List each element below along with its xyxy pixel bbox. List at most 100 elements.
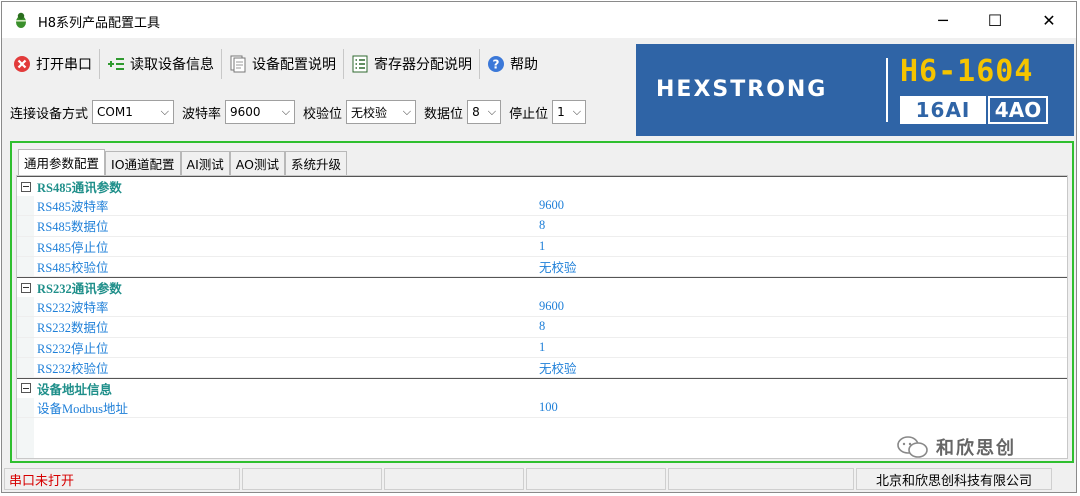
close-button[interactable]: ✕ xyxy=(1026,2,1072,38)
read-device-button[interactable]: 读取设备信息 xyxy=(100,46,221,82)
property-name: RS485校验位 xyxy=(37,260,109,275)
property-row[interactable]: RS485波特率 9600 xyxy=(17,196,1067,217)
status-bar: 串口未打开 北京和欣思创科技有限公司 xyxy=(2,466,1076,492)
property-value[interactable]: 无校验 xyxy=(539,358,577,377)
status-cell-empty xyxy=(384,468,524,490)
collapse-icon[interactable] xyxy=(21,181,31,192)
chevron-down-icon: ⌵ xyxy=(402,105,412,118)
property-name: RS232停止位 xyxy=(37,341,109,356)
baud-rate-value: 9600 xyxy=(230,105,261,119)
property-value[interactable]: 1 xyxy=(539,340,545,355)
stop-bits-select[interactable]: 1 ⌵ xyxy=(552,100,587,124)
property-name: RS485停止位 xyxy=(37,240,109,255)
brand-logo: HEXSTRONG xyxy=(656,77,828,102)
connection-settings: 连接设备方式 COM1 ⌵ 波特率 9600 ⌵ 校验位 无校验 ⌵ 数据位 8… xyxy=(10,99,594,125)
app-icon xyxy=(16,12,26,28)
chevron-down-icon: ⌵ xyxy=(572,105,582,118)
device-config-doc-label: 设备配置说明 xyxy=(252,57,336,73)
collapse-icon[interactable] xyxy=(21,383,31,394)
property-name: RS485波特率 xyxy=(37,200,109,215)
chevron-down-icon: ⌵ xyxy=(487,105,497,118)
property-name: 设备Modbus地址 xyxy=(37,402,128,417)
register-doc-label: 寄存器分配说明 xyxy=(374,57,472,73)
window-title: H8系列产品配置工具 xyxy=(38,16,161,31)
property-name: RS232校验位 xyxy=(37,361,109,376)
open-port-label: 打开串口 xyxy=(36,57,92,73)
data-bits-label: 数据位 xyxy=(424,106,464,122)
property-value[interactable]: 9600 xyxy=(539,299,564,314)
property-value[interactable]: 100 xyxy=(539,400,558,415)
parity-label: 校验位 xyxy=(303,106,343,122)
property-value[interactable]: 8 xyxy=(539,218,545,233)
property-value[interactable]: 9600 xyxy=(539,198,564,213)
watermark: 和欣思创 xyxy=(896,434,1016,460)
help-label: 帮助 xyxy=(510,57,538,73)
status-cell-empty xyxy=(526,468,666,490)
list-icon xyxy=(352,55,368,73)
property-name: RS485数据位 xyxy=(37,220,109,235)
spec-ai-count: 16AI xyxy=(900,96,986,124)
maximize-button[interactable]: ☐ xyxy=(972,2,1018,38)
property-value[interactable]: 1 xyxy=(539,239,545,254)
tab-general-params[interactable]: 通用参数配置 xyxy=(18,149,106,175)
parity-value: 无校验 xyxy=(351,105,388,120)
help-icon: ? xyxy=(488,56,504,72)
category-title: 设备地址信息 xyxy=(37,382,113,397)
open-port-button[interactable]: 打开串口 xyxy=(6,46,99,82)
data-bits-value: 8 xyxy=(472,105,480,119)
status-cell-empty xyxy=(242,468,382,490)
property-row[interactable]: 设备Modbus地址 100 xyxy=(17,398,1067,419)
title-bar: H8系列产品配置工具 ─ ☐ ✕ xyxy=(2,2,1076,38)
chevron-down-icon: ⌵ xyxy=(160,105,170,118)
help-button[interactable]: ? 帮助 xyxy=(480,46,545,82)
device-config-doc-button[interactable]: 设备配置说明 xyxy=(222,46,343,82)
tab-strip: 通用参数配置 IO通道配置 AI测试 AO测试 系统升级 xyxy=(18,149,347,175)
connection-method-label: 连接设备方式 xyxy=(10,106,89,122)
baud-rate-label: 波特率 xyxy=(182,106,222,122)
category-device-address[interactable]: 设备地址信息 xyxy=(17,377,1067,399)
property-name: RS232波特率 xyxy=(37,301,109,316)
minimize-button[interactable]: ─ xyxy=(920,2,966,38)
register-doc-button[interactable]: 寄存器分配说明 xyxy=(344,46,479,82)
property-row[interactable]: RS232波特率 9600 xyxy=(17,297,1067,318)
property-row[interactable]: RS232数据位 8 xyxy=(17,317,1067,338)
banner-divider xyxy=(886,58,888,122)
property-row[interactable]: RS485停止位 1 xyxy=(17,237,1067,257)
property-row[interactable]: RS232校验位 无校验 xyxy=(17,358,1067,378)
baud-rate-select[interactable]: 9600 ⌵ xyxy=(225,100,296,124)
category-title: RS232通讯参数 xyxy=(37,282,122,297)
product-spec: 16AI 4AO xyxy=(900,96,1048,124)
property-row[interactable]: RS485校验位 无校验 xyxy=(17,257,1067,277)
stop-circle-icon xyxy=(14,56,30,72)
tab-ao-test[interactable]: AO测试 xyxy=(229,151,285,175)
property-row[interactable]: RS485数据位 8 xyxy=(17,216,1067,237)
tab-frame: 通用参数配置 IO通道配置 AI测试 AO测试 系统升级 RS485通讯参数 R… xyxy=(10,141,1074,463)
product-model: H6-1604 xyxy=(900,54,1034,89)
parity-select[interactable]: 无校验 ⌵ xyxy=(346,100,417,124)
tab-io-channel[interactable]: IO通道配置 xyxy=(105,151,181,175)
watermark-text: 和欣思创 xyxy=(936,438,1016,459)
app-window: H8系列产品配置工具 ─ ☐ ✕ 打开串口 读取设备信息 设备配置说明 寄存器分… xyxy=(1,1,1077,493)
collapse-icon[interactable] xyxy=(21,282,31,293)
port-status: 串口未打开 xyxy=(4,468,240,490)
tab-system-upgrade[interactable]: 系统升级 xyxy=(284,151,347,175)
product-banner: HEXSTRONG H6-1604 16AI 4AO xyxy=(636,44,1074,136)
category-rs232[interactable]: RS232通讯参数 xyxy=(17,276,1067,298)
toolbar: 打开串口 读取设备信息 设备配置说明 寄存器分配说明 ? 帮助 xyxy=(6,44,631,84)
add-list-icon xyxy=(108,58,124,70)
property-value[interactable]: 无校验 xyxy=(539,257,577,276)
document-icon xyxy=(230,55,246,73)
data-bits-select[interactable]: 8 ⌵ xyxy=(467,100,502,124)
category-rs485[interactable]: RS485通讯参数 xyxy=(17,176,1067,197)
tab-ai-test[interactable]: AI测试 xyxy=(180,151,230,175)
property-row[interactable]: RS232停止位 1 xyxy=(17,338,1067,358)
property-value[interactable]: 8 xyxy=(539,319,545,334)
status-cell-empty xyxy=(668,468,854,490)
property-name: RS232数据位 xyxy=(37,321,109,336)
connection-method-select[interactable]: COM1 ⌵ xyxy=(92,100,175,124)
chevron-down-icon: ⌵ xyxy=(281,105,291,118)
svg-text:?: ? xyxy=(493,58,500,72)
company-name: 北京和欣思创科技有限公司 xyxy=(856,468,1052,490)
property-grid: RS485通讯参数 RS485波特率 9600 RS485数据位 8 RS485… xyxy=(16,175,1068,459)
stop-bits-label: 停止位 xyxy=(509,106,549,122)
